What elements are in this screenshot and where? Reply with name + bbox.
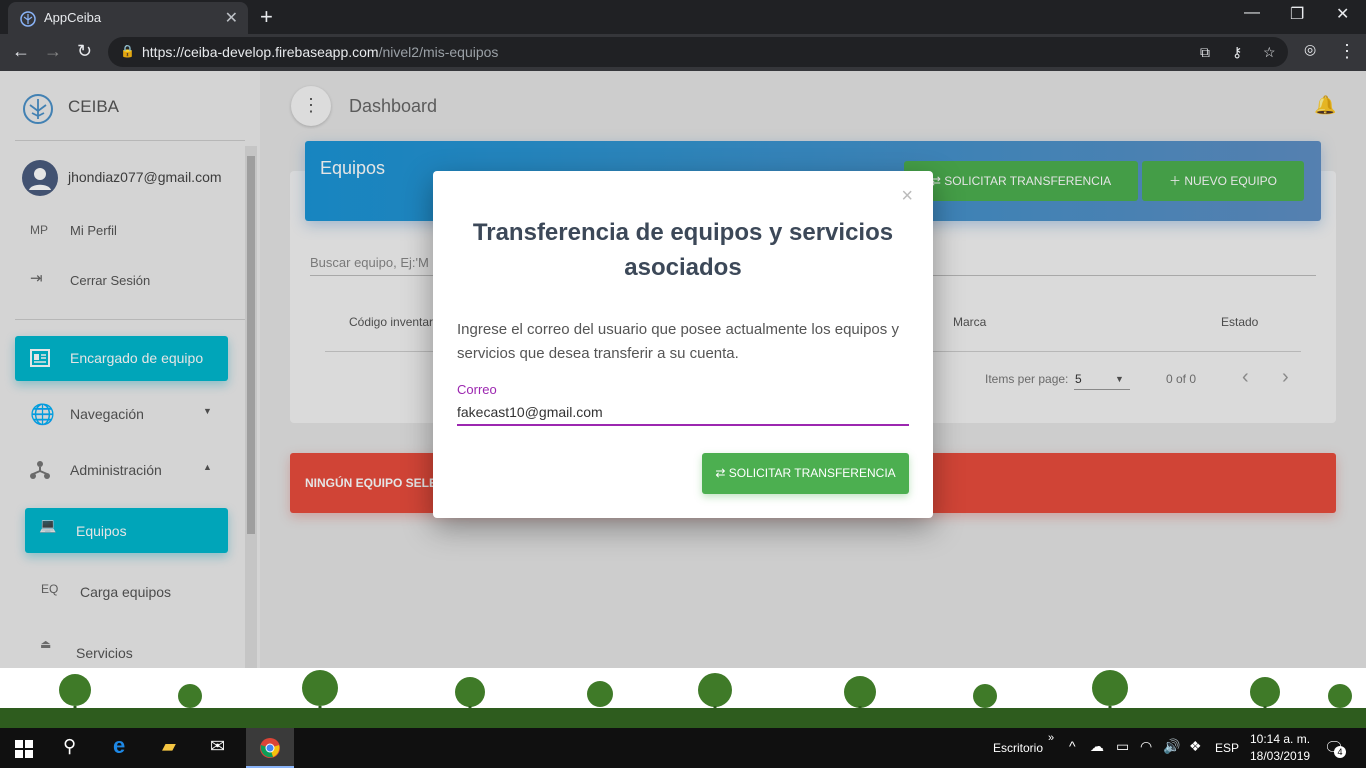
close-tab-icon[interactable]: ✕: [225, 8, 238, 28]
minimize-icon[interactable]: —: [1244, 4, 1260, 22]
clock-time[interactable]: 10:14 a. m.: [1250, 732, 1310, 746]
language-indicator[interactable]: ESP: [1215, 741, 1239, 755]
browser-tab-title: AppCeiba: [44, 10, 102, 25]
dialog-title: Transferencia de equipos y servicios aso…: [472, 219, 894, 281]
app-area: CEIBA jhondiaz077@gmail.com MP Mi Perfil…: [0, 71, 1366, 668]
notification-badge: 4: [1334, 746, 1346, 758]
reload-icon[interactable]: ↻: [77, 41, 92, 62]
key-icon[interactable]: ⚷: [1232, 44, 1242, 61]
file-explorer-icon[interactable]: ▰: [162, 736, 176, 757]
solicitar-transferencia-submit-button[interactable]: ⇄ SOLICITAR TRANSFERENCIA: [702, 453, 909, 494]
forward-icon[interactable]: →: [44, 41, 62, 62]
email-field[interactable]: [457, 400, 909, 426]
translate-icon[interactable]: ⧉: [1200, 44, 1210, 61]
desktop-toolbar-label[interactable]: Escritorio: [993, 741, 1043, 755]
mail-icon[interactable]: ✉: [210, 736, 225, 757]
lock-icon: 🔒: [120, 44, 135, 58]
ceiba-favicon-icon: [20, 11, 36, 27]
transfer-dialog: × Transferencia de equipos y servicios a…: [433, 171, 933, 518]
action-center-button[interactable]: 🗨 4: [1324, 738, 1346, 758]
chrome-taskbar-button[interactable]: [246, 728, 294, 768]
dialog-description: Ingrese el correo del usuario que posee …: [457, 321, 899, 362]
volume-icon[interactable]: 🔊: [1163, 738, 1180, 755]
close-icon[interactable]: ×: [901, 185, 913, 208]
browser-tab[interactable]: AppCeiba ✕: [8, 2, 248, 34]
email-field-label: Correo: [457, 382, 497, 397]
forest-banner: [0, 668, 1366, 728]
window-close-icon[interactable]: ✕: [1336, 4, 1349, 24]
incognito-icon[interactable]: ◎: [1304, 41, 1316, 58]
windows-start-icon[interactable]: [15, 740, 33, 758]
transfer-icon: ⇄: [715, 466, 729, 480]
windows-taskbar: ⚲ e ▰ ✉ Escritorio » ^ ☁ ▭ ◠ 🔊 ❖ ESP 10:…: [0, 728, 1366, 768]
search-icon[interactable]: ⚲: [63, 736, 76, 757]
star-icon[interactable]: ☆: [1263, 44, 1276, 61]
chrome-icon: [260, 738, 280, 758]
onedrive-icon[interactable]: ☁: [1090, 738, 1104, 755]
chrome-menu-icon[interactable]: ⋮: [1338, 41, 1356, 62]
back-icon[interactable]: ←: [12, 41, 30, 62]
forest-illustration: [0, 670, 1366, 728]
expand-toolbar-icon[interactable]: »: [1048, 732, 1054, 744]
restore-icon[interactable]: ❐: [1290, 4, 1304, 24]
url-path: /nivel2/mis-equipos: [378, 44, 499, 60]
battery-icon[interactable]: ▭: [1116, 738, 1129, 755]
dropbox-icon[interactable]: ❖: [1189, 738, 1202, 755]
browser-tab-strip: AppCeiba ✕ + — ❐ ✕: [0, 0, 1366, 34]
edge-icon[interactable]: e: [113, 733, 125, 759]
url-host: https://ceiba-develop.firebaseapp.com: [142, 44, 379, 60]
address-bar[interactable]: 🔒 https://ceiba-develop.firebaseapp.com/…: [108, 37, 1288, 67]
show-hidden-icons-icon[interactable]: ^: [1069, 738, 1076, 754]
browser-toolbar: ← → ↻ 🔒 https://ceiba-develop.firebaseap…: [0, 34, 1366, 71]
new-tab-icon[interactable]: +: [260, 4, 273, 30]
clock-date[interactable]: 18/03/2019: [1250, 749, 1310, 763]
wifi-icon[interactable]: ◠: [1140, 738, 1152, 755]
